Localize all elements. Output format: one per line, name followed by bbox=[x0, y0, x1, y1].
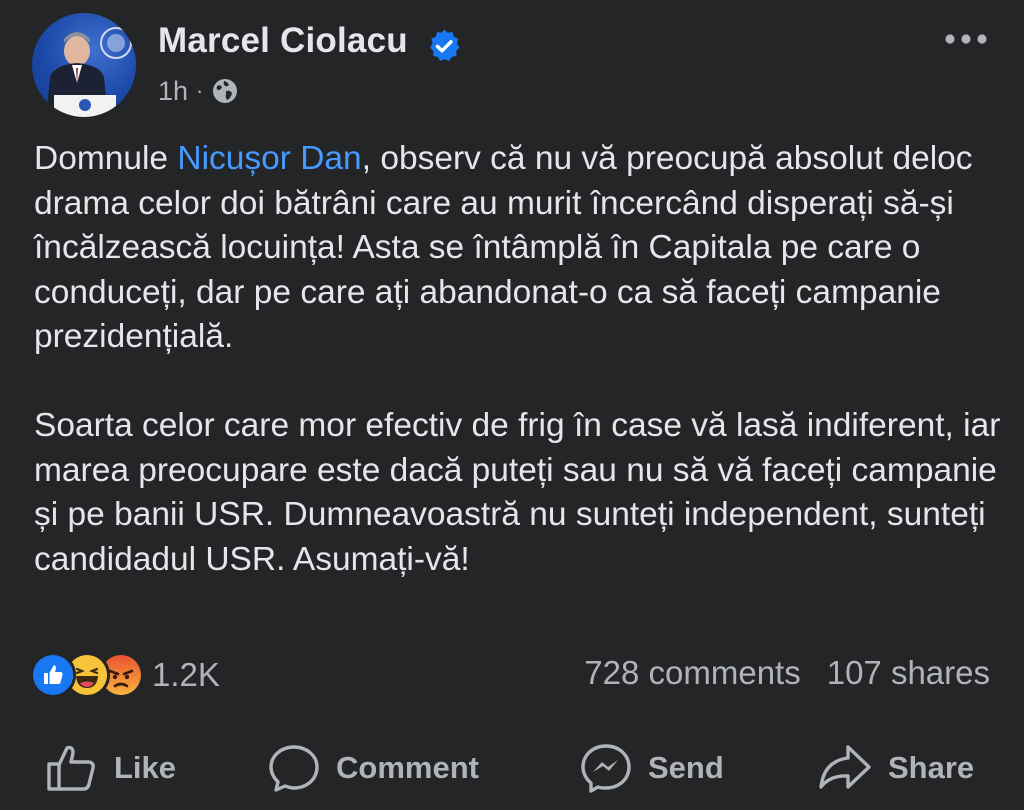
more-options-icon[interactable] bbox=[938, 24, 994, 54]
post-paragraph: Domnule Nicușor Dan, observ că nu vă pre… bbox=[34, 137, 1002, 360]
author-avatar[interactable] bbox=[32, 13, 136, 117]
post-timestamp[interactable]: 1h bbox=[158, 76, 188, 107]
like-button[interactable]: Like bbox=[46, 740, 176, 796]
share-button[interactable]: Share bbox=[818, 740, 974, 796]
post-text: Domnule Nicușor Dan, observ că nu vă pre… bbox=[34, 137, 1002, 626]
mention-link[interactable]: Nicușor Dan bbox=[177, 140, 361, 177]
verified-badge-icon bbox=[430, 29, 460, 61]
post-meta: 1h · bbox=[158, 74, 239, 108]
globe-icon bbox=[213, 79, 238, 103]
comment-bubble-icon bbox=[269, 745, 319, 792]
share-arrow-icon bbox=[819, 745, 871, 789]
send-button[interactable]: Send bbox=[580, 740, 724, 796]
reaction-count: 1.2K bbox=[152, 656, 220, 693]
send-label: Send bbox=[648, 750, 724, 785]
facebook-post: Marcel Ciolacu 1h · Domnule Nicușor Dan,… bbox=[0, 0, 1024, 810]
messenger-icon bbox=[581, 744, 631, 793]
share-label: Share bbox=[888, 750, 975, 785]
action-bar: Like Comment Send Share bbox=[0, 740, 1024, 796]
like-label: Like bbox=[114, 750, 177, 785]
paragraph-lead: Domnule bbox=[34, 140, 178, 177]
post-paragraph: Soarta celor care mor efectiv de frig în… bbox=[34, 406, 1001, 578]
avatar-photo bbox=[46, 27, 132, 117]
shares-count-link[interactable]: 107 shares bbox=[827, 654, 990, 691]
author-name[interactable]: Marcel Ciolacu bbox=[158, 21, 408, 61]
thumbs-up-icon bbox=[47, 745, 95, 791]
like-reaction-icon bbox=[30, 652, 76, 698]
comments-count-link[interactable]: 728 comments bbox=[584, 654, 800, 691]
comment-button[interactable]: Comment bbox=[268, 740, 479, 796]
meta-separator: · bbox=[196, 78, 204, 103]
engagement-counts: 728 comments 107 shares bbox=[584, 654, 990, 692]
reactions-summary[interactable]: 1.2K bbox=[30, 652, 220, 698]
comment-label: Comment bbox=[336, 750, 479, 785]
